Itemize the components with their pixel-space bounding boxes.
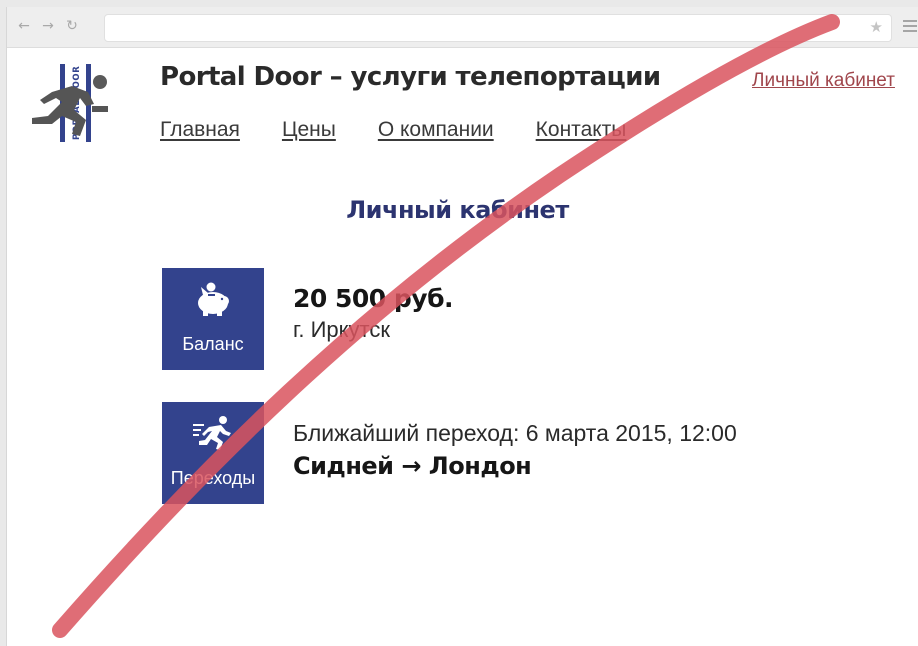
balance-tile[interactable]: Баланс bbox=[162, 268, 264, 370]
nav-link-home[interactable]: Главная bbox=[160, 118, 240, 141]
star-icon[interactable]: ★ bbox=[870, 18, 883, 36]
browser-toolbar: ← → ↻ ★ bbox=[7, 7, 918, 48]
nav-link-about[interactable]: О компании bbox=[378, 118, 494, 141]
site-logo[interactable]: PORTAL DOOR bbox=[22, 62, 114, 144]
trips-tile[interactable]: Переходы bbox=[162, 402, 264, 504]
nav-item-contacts: Контакты bbox=[536, 118, 627, 142]
account-link[interactable]: Личный кабинет bbox=[752, 70, 895, 92]
address-bar[interactable]: ★ bbox=[104, 14, 892, 42]
browser-window: ← → ↻ ★ bbox=[6, 7, 918, 646]
piggy-bank-icon bbox=[198, 282, 229, 316]
forward-icon[interactable]: → bbox=[39, 17, 57, 35]
nav-item-about: О компании bbox=[378, 118, 494, 142]
running-man-icon bbox=[193, 416, 231, 450]
nav-link-contacts[interactable]: Контакты bbox=[536, 118, 627, 141]
trips-tile-label: Переходы bbox=[170, 468, 256, 488]
next-trip: Ближайший переход: 6 марта 2015, 12:00 bbox=[293, 420, 737, 446]
trip-info: Ближайший переход: 6 марта 2015, 12:00 С… bbox=[293, 417, 737, 483]
nav-item-home: Главная bbox=[160, 118, 240, 142]
nav-link-prices[interactable]: Цены bbox=[282, 118, 336, 141]
balance-tile-label: Баланс bbox=[182, 334, 244, 354]
balance-info: 20 500 руб. г. Иркутск bbox=[293, 283, 454, 345]
main-nav: Главная Цены О компании Контакты bbox=[160, 118, 668, 142]
hamburger-menu-icon[interactable] bbox=[903, 20, 917, 32]
balance-amount: 20 500 руб. bbox=[293, 284, 454, 313]
nav-item-prices: Цены bbox=[282, 118, 336, 142]
page-title: Личный кабинет bbox=[346, 196, 569, 224]
site-title: Portal Door – услуги телепортации bbox=[160, 62, 661, 92]
balance-city: г. Иркутск bbox=[293, 317, 390, 342]
trip-route: Сидней → Лондон bbox=[293, 452, 532, 480]
reload-icon[interactable]: ↻ bbox=[63, 17, 81, 35]
back-icon[interactable]: ← bbox=[15, 17, 33, 35]
